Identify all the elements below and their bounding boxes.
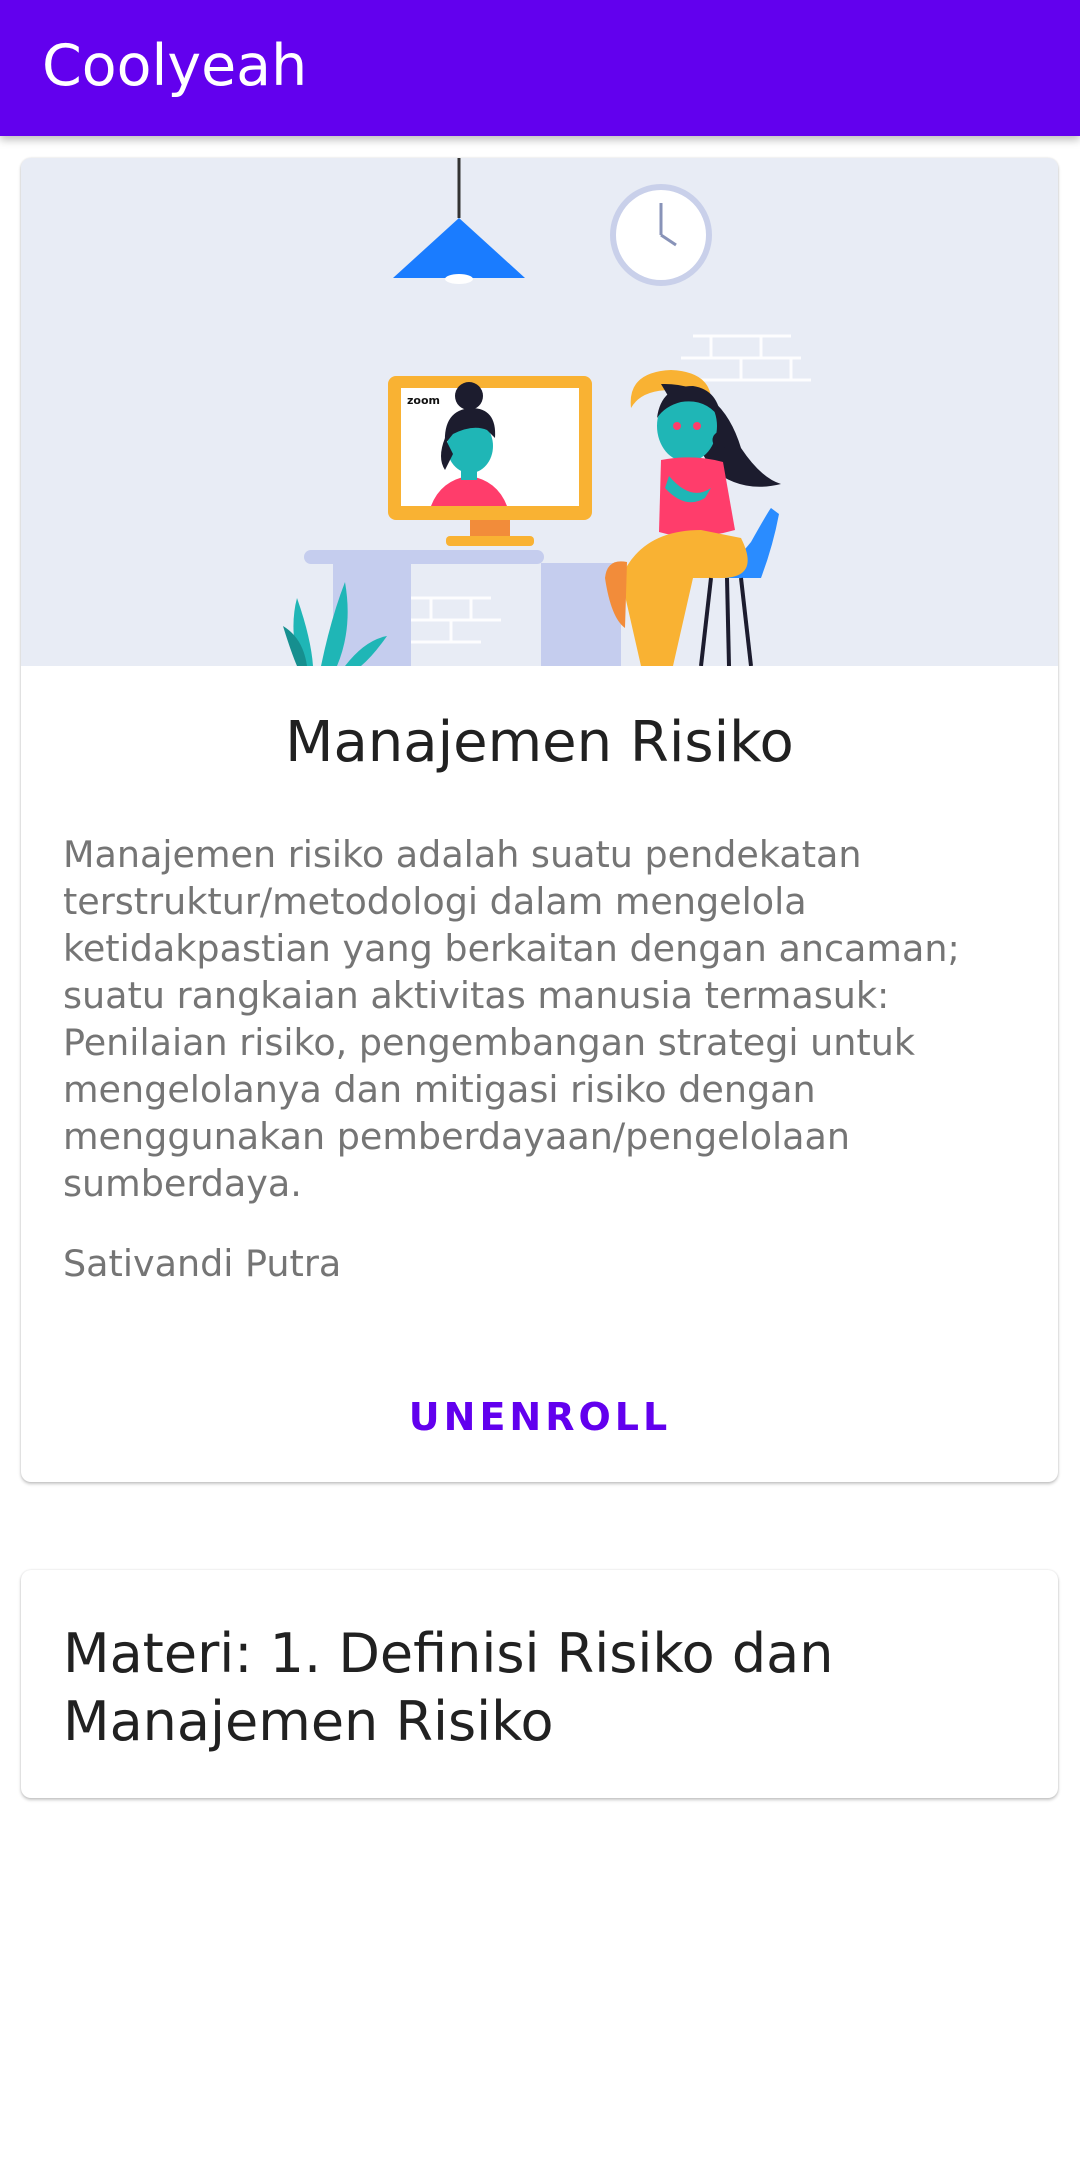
course-title: Manajemen Risiko: [285, 710, 794, 775]
course-author: Sativandi Putra: [63, 1242, 342, 1285]
material-title: Materi: 1. Definisi Risiko dan Manajemen…: [63, 1622, 834, 1753]
unenroll-button[interactable]: UNENROLL: [381, 1374, 699, 1460]
course-description: Manajemen risiko adalah suatu pendekatan…: [63, 833, 960, 1205]
material-card[interactable]: Materi: 1. Definisi Risiko dan Manajemen…: [21, 1570, 1058, 1798]
monitor-screen-label: zoom: [407, 394, 440, 407]
app-title: Coolyeah: [42, 33, 308, 99]
course-hero-illustration: zoom: [21, 158, 1058, 666]
course-card: zoom Manajemen Risiko Manajemen risiko a…: [21, 158, 1058, 1482]
clock-icon: [610, 184, 712, 286]
app-bar: Coolyeah: [0, 0, 1080, 136]
